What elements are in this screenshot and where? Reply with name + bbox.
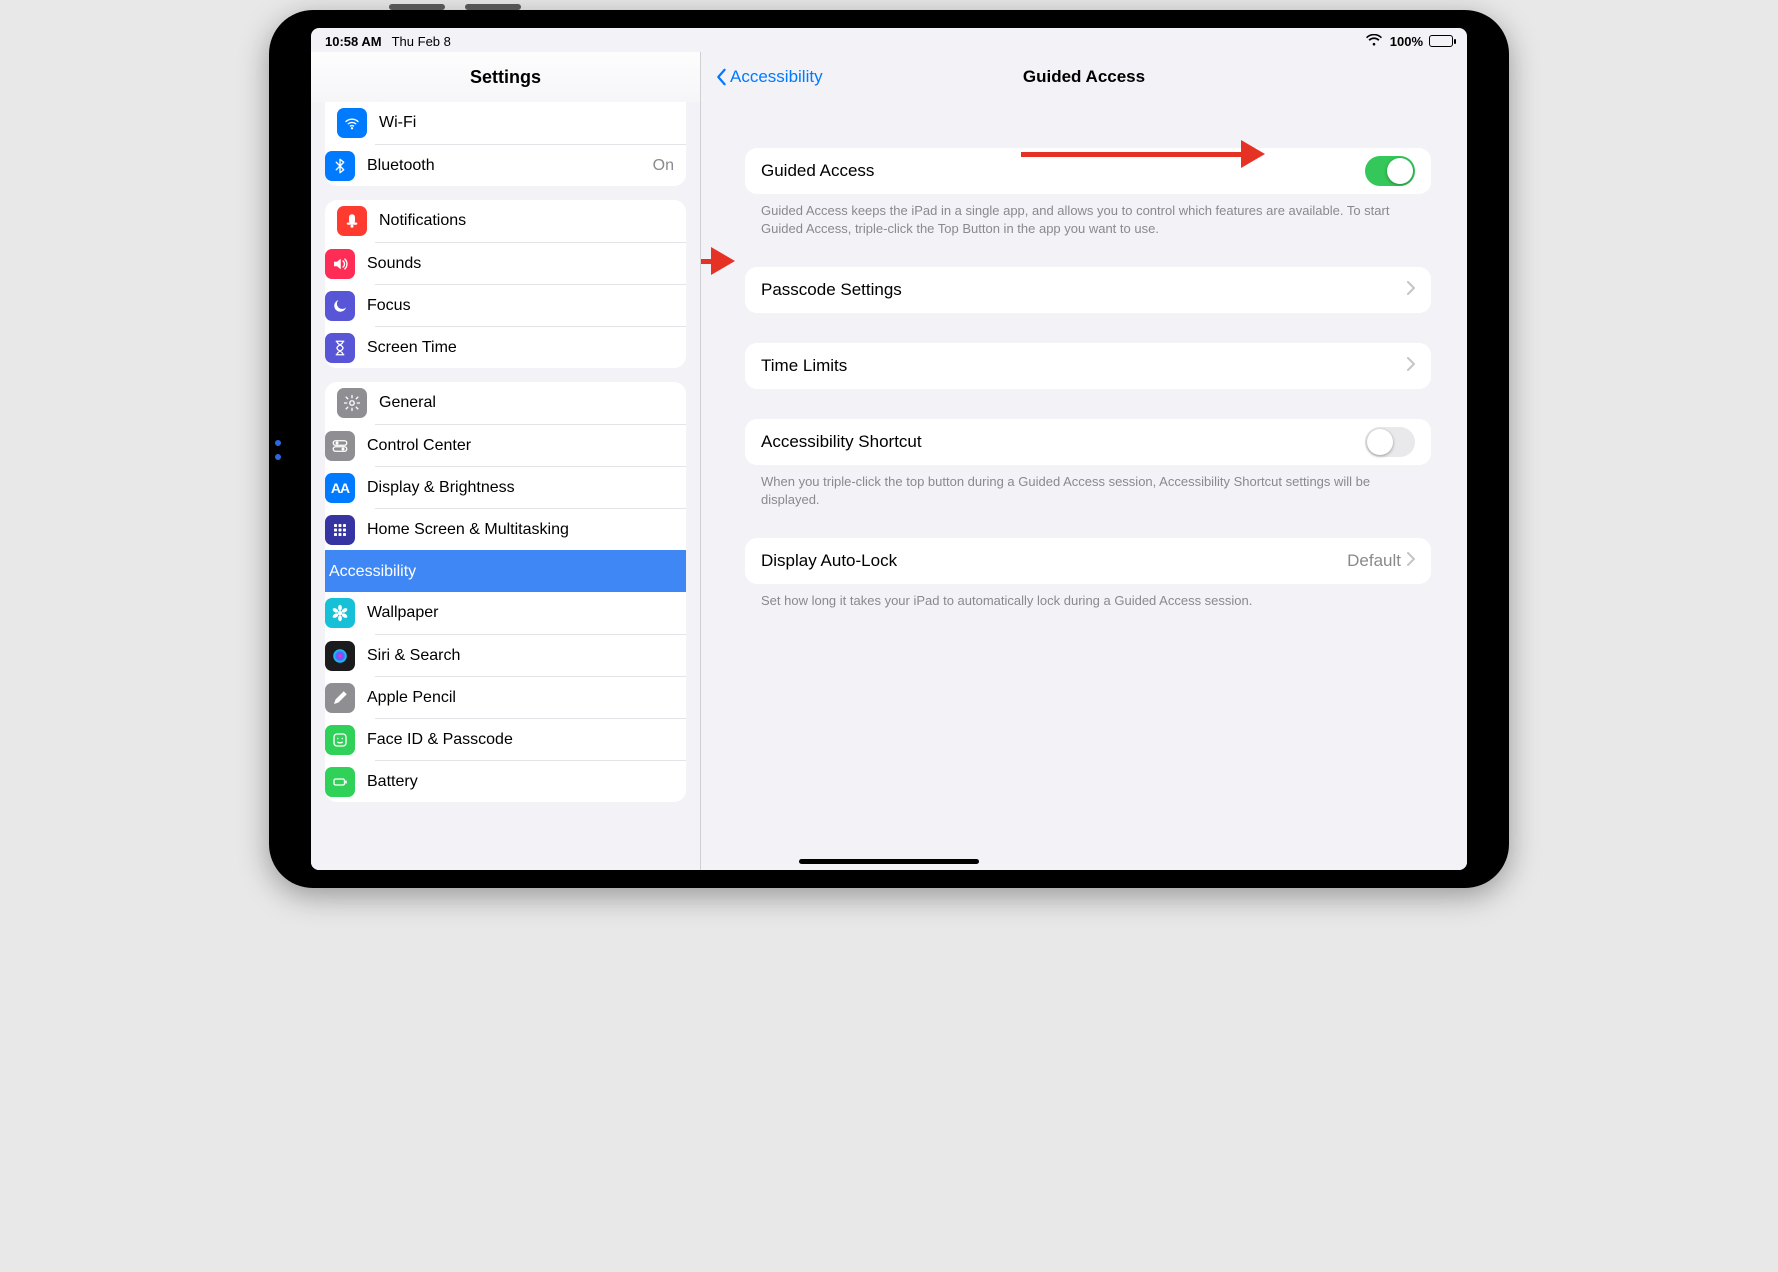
sidebar-item-label: Notifications (379, 212, 674, 230)
settings-sidebar: Settings Wi-Fi BluetoothOn Notifications So… (311, 52, 701, 870)
row-label: Time Limits (761, 356, 1407, 376)
row-time-limits[interactable]: Time Limits (745, 343, 1431, 389)
sidebar-title: Settings (311, 52, 700, 102)
sidebar-item-faceid[interactable]: Face ID & Passcode (375, 718, 686, 760)
ipad-frame: 10:58 AM Thu Feb 8 100% Settings Wi-Fi Bl… (269, 10, 1509, 888)
status-time: 10:58 AM (325, 34, 382, 49)
sidebar-item-general[interactable]: General (325, 382, 686, 424)
row-label: Guided Access (761, 161, 1365, 181)
sidebar-item-value: On (653, 157, 674, 175)
chevron-right-icon (1407, 551, 1415, 571)
detail-title: Guided Access (1023, 67, 1145, 87)
sidebar-item-label: Apple Pencil (367, 689, 674, 707)
sidebar-item-sounds[interactable]: Sounds (375, 242, 686, 284)
section-footer: Guided Access keeps the iPad in a single… (745, 194, 1431, 237)
battery-icon (1429, 35, 1453, 47)
focus-icon (325, 291, 355, 321)
home-indicator (799, 859, 979, 864)
chevron-left-icon (715, 68, 727, 86)
row-label: Accessibility Shortcut (761, 432, 1365, 452)
row-accessibility-shortcut[interactable]: Accessibility Shortcut (745, 419, 1431, 465)
wifi-icon (337, 108, 367, 138)
sounds-icon (325, 249, 355, 279)
sidebar-item-label: Display & Brightness (367, 479, 674, 497)
faceid-icon (325, 725, 355, 755)
detail-header: Accessibility Guided Access (701, 52, 1467, 102)
status-bar: 10:58 AM Thu Feb 8 100% (311, 28, 1467, 52)
display-icon: AA (325, 473, 355, 503)
sidebar-item-label: Face ID & Passcode (367, 731, 674, 749)
back-label: Accessibility (730, 67, 823, 87)
controlcenter-icon (325, 431, 355, 461)
sidebar-item-label: Bluetooth (367, 157, 653, 175)
chevron-right-icon (1407, 356, 1415, 376)
sidebar-item-homescreen[interactable]: Home Screen & Multitasking (375, 508, 686, 550)
sidebar-item-siri[interactable]: Siri & Search (375, 634, 686, 676)
general-icon (337, 388, 367, 418)
status-date: Thu Feb 8 (392, 34, 451, 49)
detail-pane: Accessibility Guided Access Guided Acces… (701, 52, 1467, 870)
sidebar-item-screentime[interactable]: Screen Time (375, 326, 686, 368)
sidebar-item-label: Battery (367, 773, 674, 791)
chevron-right-icon (1407, 280, 1415, 300)
battery-icon (325, 767, 355, 797)
sidebar-item-label: Screen Time (367, 339, 674, 357)
bluetooth-icon (325, 151, 355, 181)
sidebar-item-label: Home Screen & Multitasking (367, 521, 674, 539)
homescreen-icon (325, 515, 355, 545)
sidebar-item-label: General (379, 394, 674, 412)
sidebar-item-wifi[interactable]: Wi-Fi (325, 102, 686, 144)
siri-icon (325, 641, 355, 671)
sidebar-item-label: Accessibility (329, 563, 674, 581)
sidebar-item-pencil[interactable]: Apple Pencil (375, 676, 686, 718)
back-button[interactable]: Accessibility (715, 67, 823, 87)
sidebar-item-notifications[interactable]: Notifications (325, 200, 686, 242)
sidebar-item-wallpaper[interactable]: Wallpaper (375, 592, 686, 634)
sidebar-item-label: Siri & Search (367, 647, 674, 665)
sidebar-item-accessibility[interactable]: Accessibility (325, 550, 686, 592)
row-guided-access-toggle[interactable]: Guided Access (745, 148, 1431, 194)
sidebar-item-focus[interactable]: Focus (375, 284, 686, 326)
sidebar-item-bluetooth[interactable]: BluetoothOn (375, 144, 686, 186)
pencil-icon (325, 683, 355, 713)
toggle-accessibility-shortcut[interactable] (1365, 427, 1415, 457)
annotation-arrow-passcode (701, 247, 735, 275)
sidebar-item-battery[interactable]: Battery (375, 760, 686, 802)
row-label: Display Auto-Lock (761, 551, 1347, 571)
row-passcode-settings[interactable]: Passcode Settings (745, 267, 1431, 313)
wifi-icon (1366, 34, 1382, 49)
section-footer: When you triple-click the top button dur… (745, 465, 1431, 508)
sidebar-item-label: Sounds (367, 255, 674, 273)
screentime-icon (325, 333, 355, 363)
screen: 10:58 AM Thu Feb 8 100% Settings Wi-Fi Bl… (311, 28, 1467, 870)
wallpaper-icon (325, 598, 355, 628)
sidebar-item-label: Wi-Fi (379, 114, 674, 132)
notifications-icon (337, 206, 367, 236)
sidebar-item-label: Wallpaper (367, 604, 674, 622)
sidebar-item-label: Focus (367, 297, 674, 315)
row-value: Default (1347, 551, 1401, 571)
battery-percent: 100% (1390, 34, 1423, 49)
row-display-autolock[interactable]: Display Auto-LockDefault (745, 538, 1431, 584)
row-label: Passcode Settings (761, 280, 1407, 300)
sidebar-item-controlcenter[interactable]: Control Center (375, 424, 686, 466)
sidebar-item-display[interactable]: AADisplay & Brightness (375, 466, 686, 508)
sidebar-item-label: Control Center (367, 437, 674, 455)
toggle-guided-access-toggle[interactable] (1365, 156, 1415, 186)
section-footer: Set how long it takes your iPad to autom… (745, 584, 1431, 610)
